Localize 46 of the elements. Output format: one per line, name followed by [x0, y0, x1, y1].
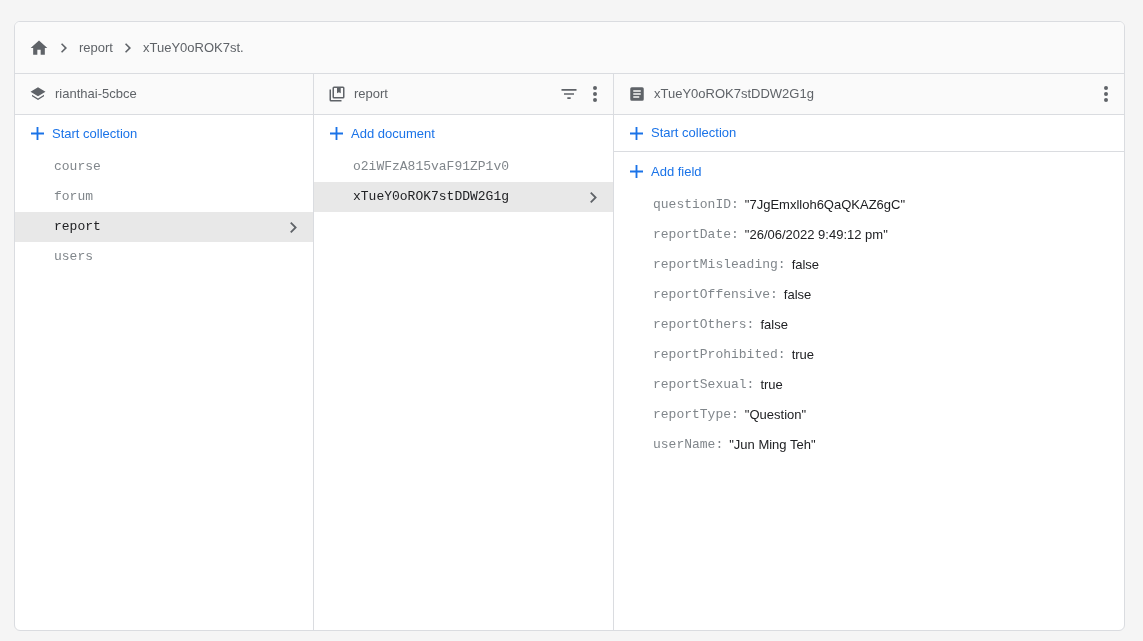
add-button[interactable]: Start collection: [15, 115, 313, 152]
plus-icon: [31, 127, 44, 140]
field-key: reportMisleading:: [653, 255, 786, 275]
field-value: true: [791, 346, 815, 365]
list-item[interactable]: o2iWFzA815vaF91ZP1v0: [314, 152, 613, 182]
add-button[interactable]: Add field: [614, 153, 1124, 190]
list-item[interactable]: course: [15, 152, 313, 182]
field-value: "Question": [744, 406, 807, 425]
field-key: reportType:: [653, 405, 739, 425]
chevron-icon: [124, 42, 131, 53]
field-value: "26/06/2022 9:49:12 pm": [744, 226, 888, 245]
field-value: true: [760, 376, 783, 395]
more-icon: [1104, 86, 1108, 102]
collection-icon: [328, 85, 346, 103]
column-title: report: [354, 85, 389, 104]
plus-icon: [630, 165, 643, 178]
field-value: "Jun Ming Teh": [729, 436, 816, 455]
column-title: rianthai-5cbce: [55, 85, 138, 104]
chevron-icon: [590, 191, 597, 203]
column-title: xTueY0oROK7stDDW2G1g: [654, 85, 815, 104]
field-key: reportOthers:: [653, 315, 755, 335]
plus-icon: [330, 127, 343, 140]
document-icon: [628, 85, 646, 103]
breadcrumb-link[interactable]: xTueY0oROK7st.: [142, 37, 244, 58]
field-key: reportDate:: [653, 225, 739, 245]
field-key: reportProhibited:: [653, 345, 786, 365]
list-item[interactable]: xTueY0oROK7stDDW2G1g: [314, 182, 613, 212]
add-button[interactable]: Add document: [314, 115, 613, 152]
field-value: false: [760, 316, 788, 335]
field-key: reportOffensive:: [653, 285, 778, 305]
layers-icon: [29, 85, 47, 103]
add-button[interactable]: Start collection: [614, 115, 1124, 152]
chevron-icon: [290, 221, 297, 233]
list-item[interactable]: users: [15, 242, 313, 272]
field-key: userName:: [653, 435, 724, 455]
breadcrumb-link[interactable]: report: [79, 37, 113, 58]
field-value: false: [791, 256, 820, 275]
field-value: false: [783, 286, 812, 305]
field-key: reportSexual:: [653, 375, 755, 395]
field-key: questionID:: [653, 195, 739, 215]
field-value: "7JgEmxlloh6QaQKAZ6gC": [744, 196, 906, 215]
list-item[interactable]: report: [15, 212, 313, 242]
chevron-icon: [61, 42, 67, 53]
plus-icon: [630, 126, 643, 140]
list-item[interactable]: forum: [15, 182, 313, 212]
more-icon: [593, 86, 597, 102]
